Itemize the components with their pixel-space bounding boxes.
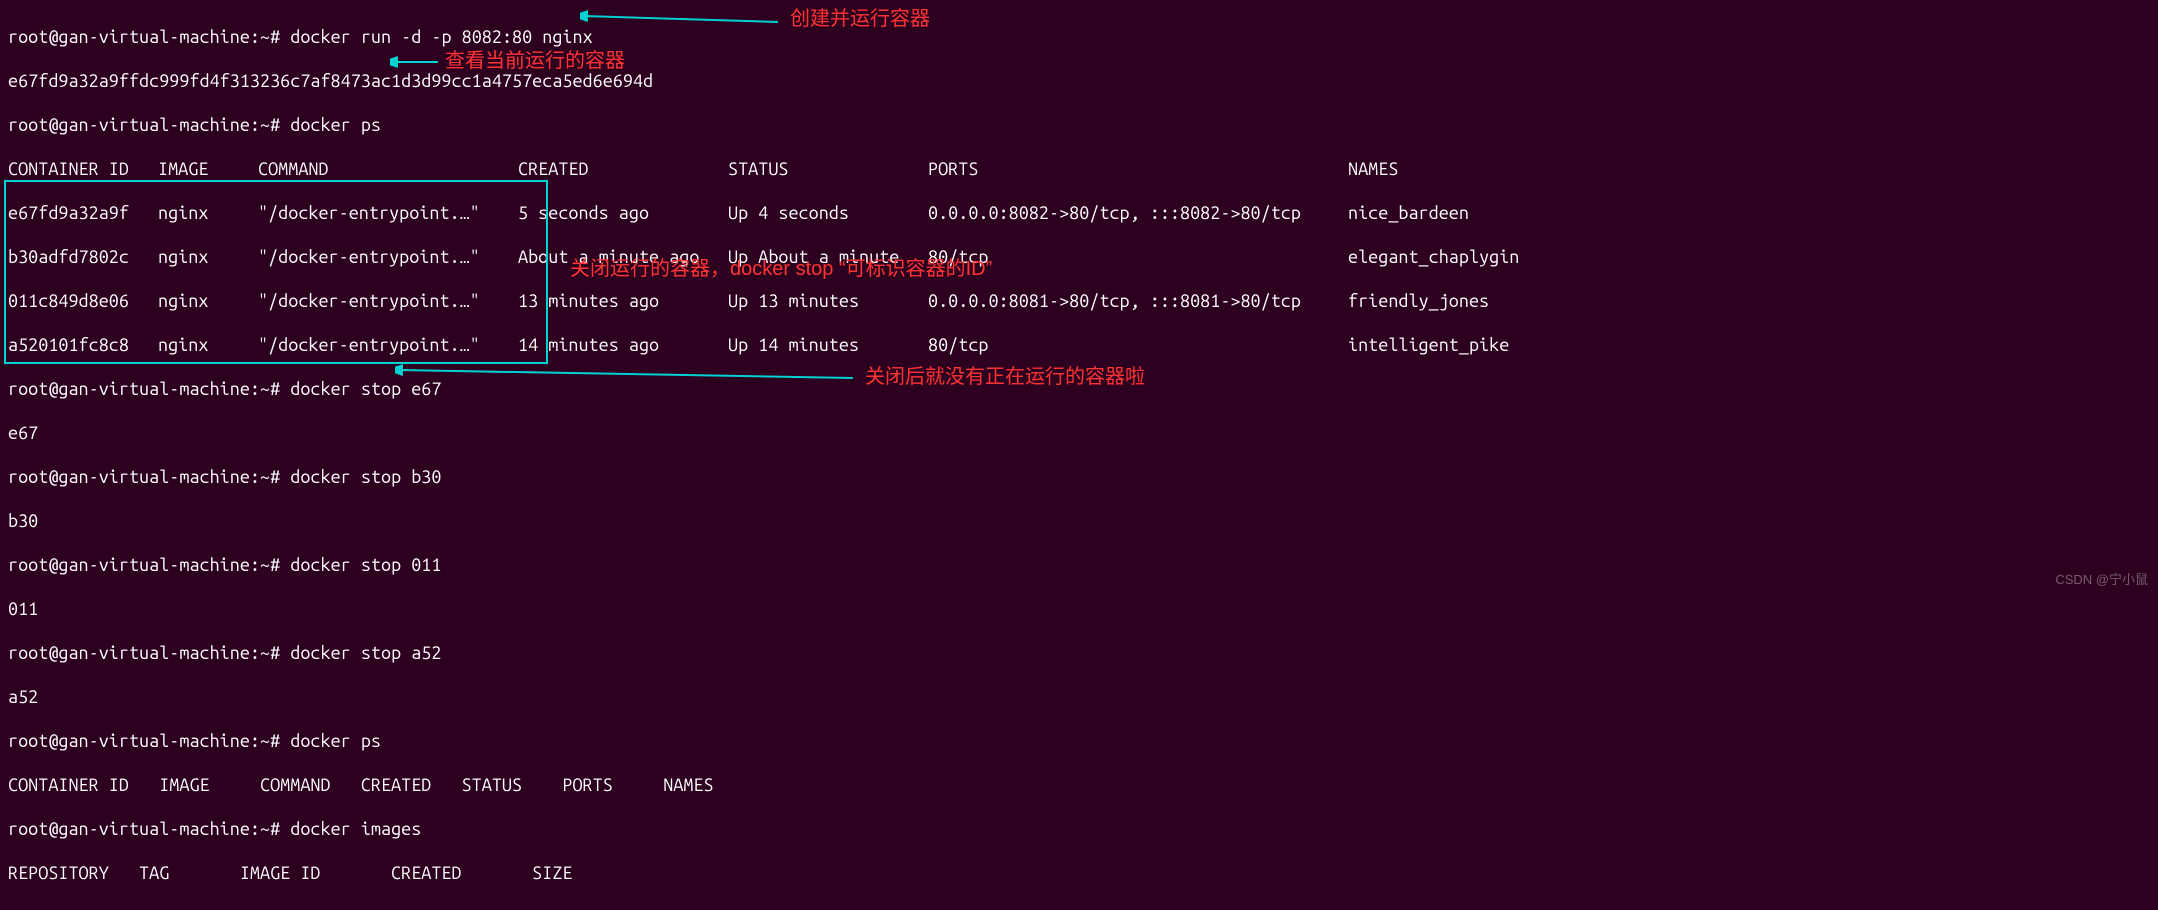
images-header: REPOSITORY TAG IMAGE ID CREATED SIZE [8, 862, 2150, 884]
stop-output: b30 [8, 510, 2150, 532]
output-hash: e67fd9a32a9ffdc999fd4f313236c7af8473ac1d… [8, 70, 2150, 92]
cmd-docker-images: docker images [290, 819, 421, 839]
ps-row: e67fd9a32a9fnginx"/docker-entrypoint.…"5… [8, 202, 2150, 224]
stop-output: e67 [8, 422, 2150, 444]
prompt: root@gan-virtual-machine:~# [8, 27, 280, 47]
cmd-docker-ps: docker ps [290, 731, 381, 751]
cmd-docker-run: docker run -d -p 8082:80 nginx [290, 27, 592, 47]
stop-output: a52 [8, 686, 2150, 708]
ps-row: 011c849d8e06nginx"/docker-entrypoint.…"1… [8, 290, 2150, 312]
ps-row: b30adfd7802cnginx"/docker-entrypoint.…"A… [8, 246, 2150, 268]
prompt: root@gan-virtual-machine:~# [8, 115, 280, 135]
cmd-docker-stop: docker stop a52 [290, 643, 441, 663]
cmd-docker-stop: docker stop e67 [290, 379, 441, 399]
watermark: CSDN @宁小鼠 [2055, 569, 2148, 591]
ps-header: CONTAINER IDIMAGECOMMANDCREATEDSTATUSPOR… [8, 158, 2150, 180]
cmd-docker-ps: docker ps [290, 115, 381, 135]
ps-row: a520101fc8c8nginx"/docker-entrypoint.…"1… [8, 334, 2150, 356]
cmd-docker-stop: docker stop 011 [290, 555, 441, 575]
prompt: root@gan-virtual-machine:~# [8, 467, 280, 487]
ps-header-empty: CONTAINER ID IMAGE COMMAND CREATED STATU… [8, 774, 2150, 796]
prompt: root@gan-virtual-machine:~# [8, 379, 280, 399]
cmd-docker-stop: docker stop b30 [290, 467, 441, 487]
prompt: root@gan-virtual-machine:~# [8, 555, 280, 575]
prompt: root@gan-virtual-machine:~# [8, 731, 280, 751]
prompt: root@gan-virtual-machine:~# [8, 819, 280, 839]
terminal-output[interactable]: root@gan-virtual-machine:~# docker run -… [0, 0, 2158, 910]
prompt: root@gan-virtual-machine:~# [8, 643, 280, 663]
stop-output: 011 [8, 598, 2150, 620]
